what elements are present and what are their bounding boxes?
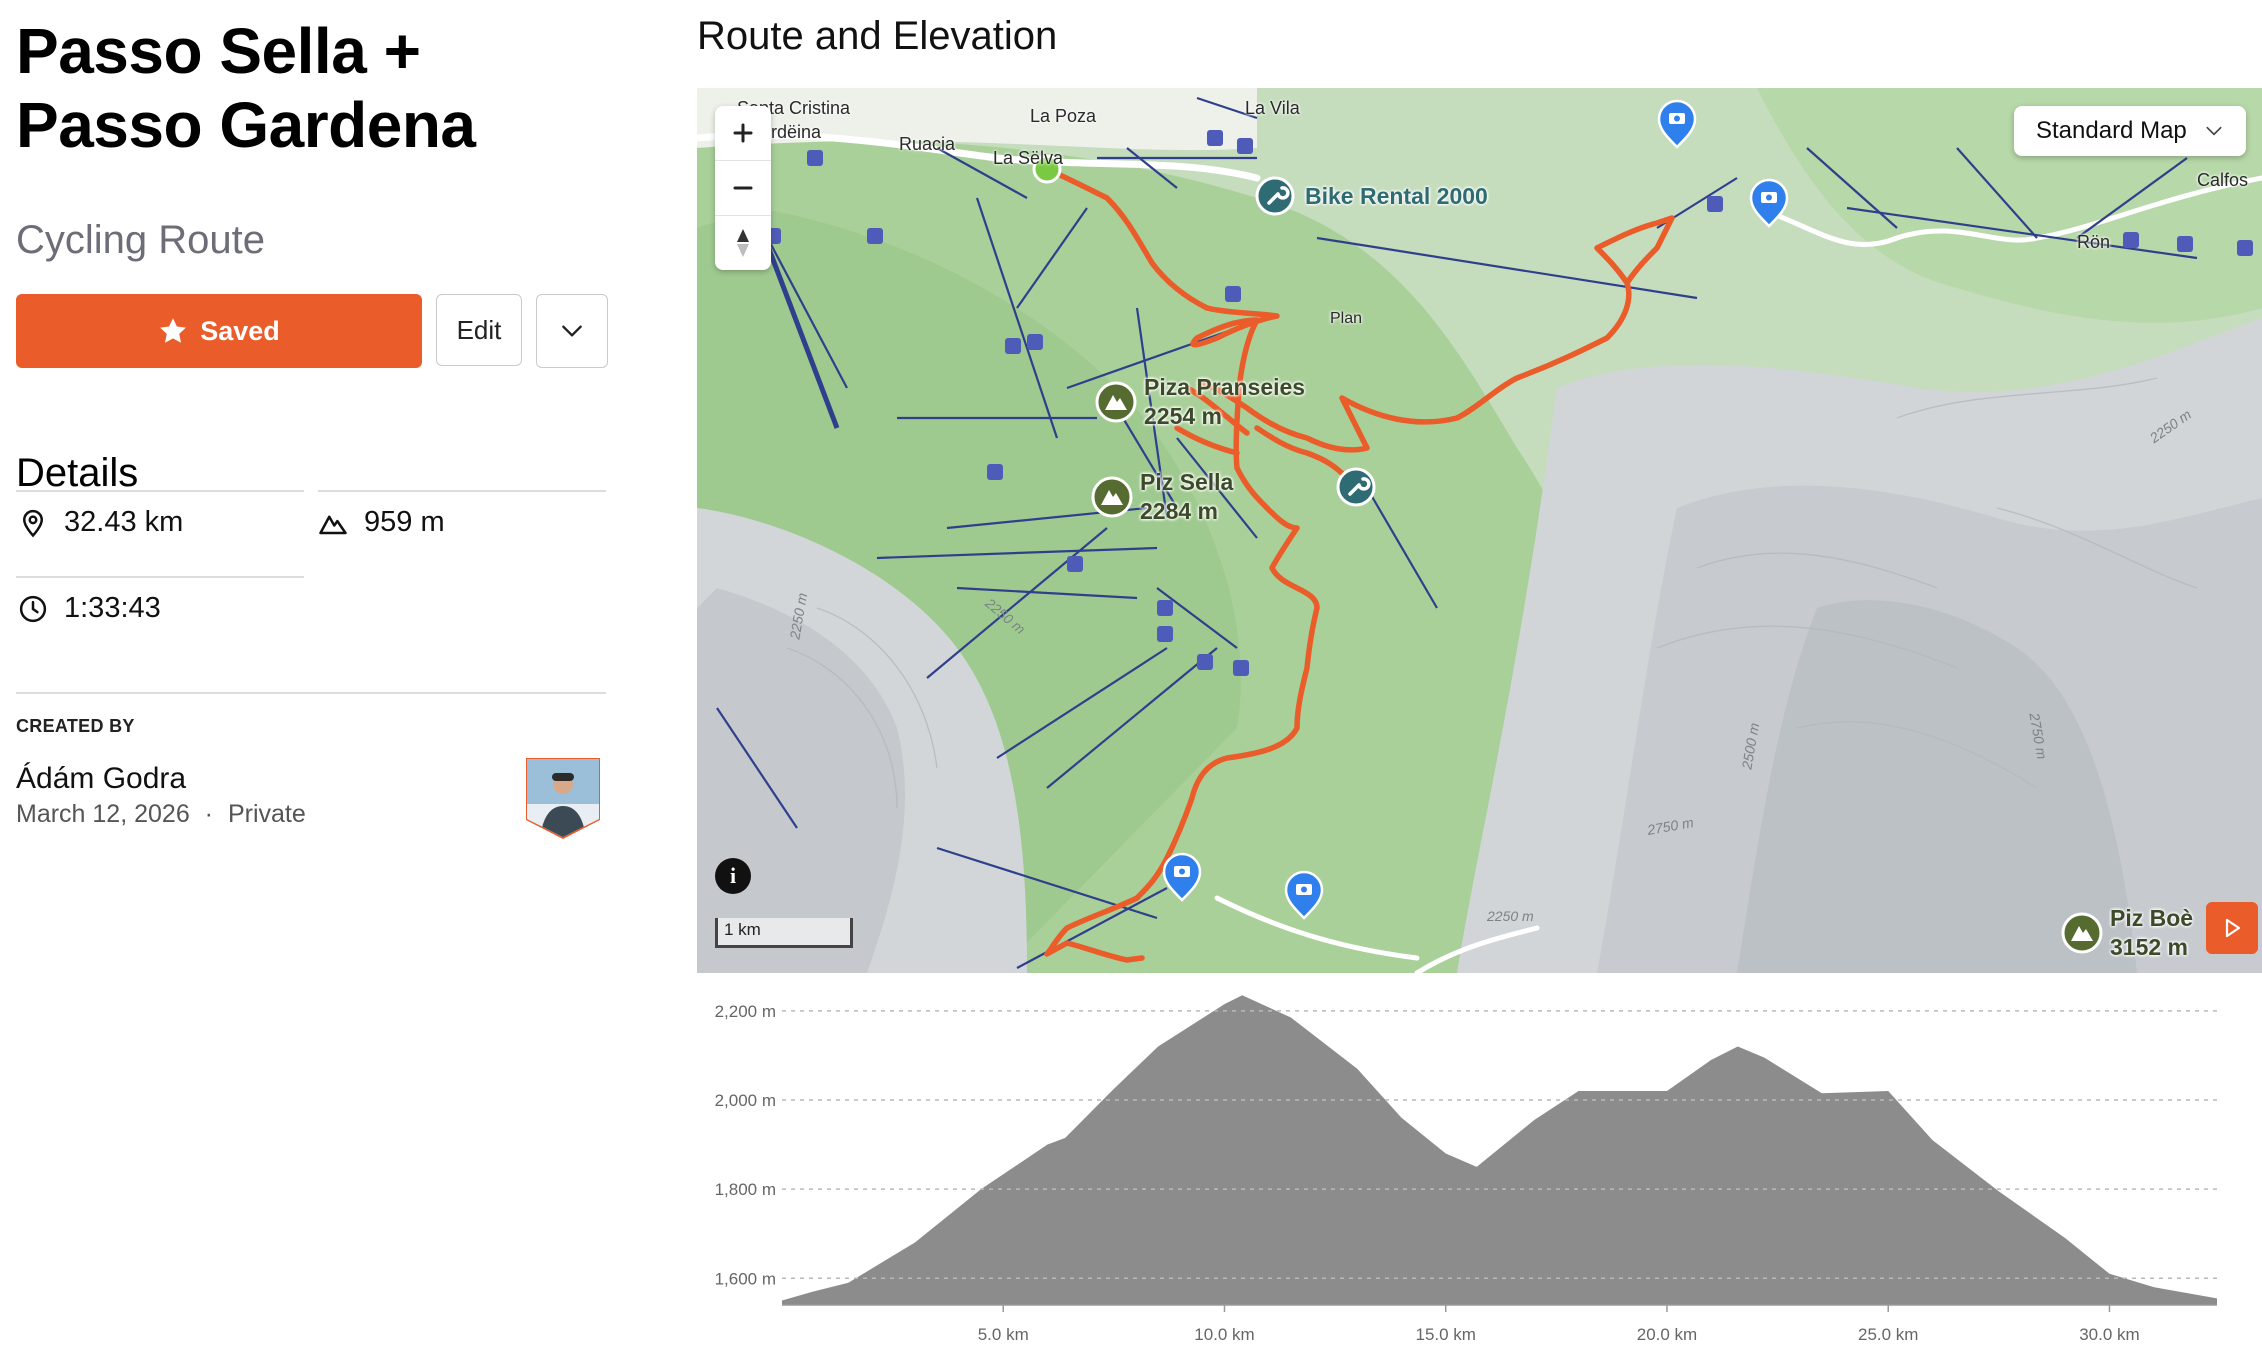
creator-name[interactable]: Ádám Godra <box>16 762 186 796</box>
place-label: La Vila <box>1245 98 1300 118</box>
created-date: March 12, 2026 <box>16 800 190 828</box>
divider <box>16 490 304 492</box>
elevation-area <box>782 995 2217 1305</box>
map-type-label: Standard Map <box>2036 117 2187 144</box>
play-icon <box>2225 918 2241 938</box>
elevation-gain-value: 959 m <box>364 506 445 538</box>
map-info-button[interactable]: i <box>715 858 751 894</box>
place-label: Plan <box>1330 310 1363 327</box>
zoom-in-button[interactable] <box>715 106 771 160</box>
location-pin-icon <box>22 509 44 537</box>
place-label: Calfos <box>2197 170 2249 190</box>
map-zoom-controls <box>715 106 771 270</box>
duration-value: 1:33:43 <box>64 592 161 624</box>
compass-icon <box>737 229 749 257</box>
y-tick-label: 1,600 m <box>715 1269 776 1288</box>
star-icon <box>160 318 187 343</box>
saved-label: Saved <box>200 315 280 346</box>
x-tick-label: 15.0 km <box>1415 1325 1475 1344</box>
route-type: Cycling Route <box>16 218 266 262</box>
compass-button[interactable] <box>715 215 771 270</box>
x-tick-label: 20.0 km <box>1637 1325 1697 1344</box>
avatar[interactable] <box>524 756 602 840</box>
visibility-label: Private <box>227 800 306 828</box>
y-tick-label: 1,800 m <box>715 1180 776 1199</box>
minus-icon <box>733 186 753 190</box>
poi-elevation: 3152 m <box>2110 934 2189 960</box>
divider <box>318 490 606 492</box>
divider <box>16 576 304 578</box>
chevron-down-icon <box>2206 126 2222 136</box>
chevron-down-icon <box>562 325 582 337</box>
distance-value: 32.43 km <box>64 506 184 538</box>
section-title: Route and Elevation <box>697 14 1058 58</box>
poi-label-piz-sella[interactable]: Piz Sella 2284 m <box>1140 468 1233 526</box>
x-tick-label: 10.0 km <box>1194 1325 1254 1344</box>
created-by-label: CREATED BY <box>16 716 135 736</box>
saved-button[interactable]: Saved <box>16 294 422 368</box>
x-tick-label: 25.0 km <box>1858 1325 1918 1344</box>
map-canvas[interactable] <box>697 88 2262 973</box>
poi-elevation: 2284 m <box>1140 498 1219 524</box>
zoom-out-button[interactable] <box>715 160 771 215</box>
poi-label-bike-rental[interactable]: Bike Rental 2000 <box>1305 182 1488 211</box>
y-tick-label: 2,200 m <box>715 1002 776 1021</box>
place-label: La Poza <box>1030 106 1097 126</box>
play-flyover-button[interactable] <box>2206 902 2258 954</box>
meta-separator: · <box>204 800 213 828</box>
creator-meta: March 12, 2026 · Private <box>16 800 306 829</box>
poi-label-piza-pranseies[interactable]: Piza Pranseies 2254 m <box>1144 373 1305 431</box>
distance-stat: 32.43 km <box>18 506 183 539</box>
edit-button[interactable]: Edit <box>436 294 522 366</box>
divider <box>16 692 606 694</box>
route-title: Passo Sella + Passo Gardena <box>16 15 476 161</box>
x-tick-label: 5.0 km <box>978 1325 1029 1344</box>
place-label: Ruacia <box>899 134 956 154</box>
route-map[interactable]: Santa Cristina Gherdëina La Poza La Vila… <box>697 88 2262 973</box>
elevation-gain-stat: 959 m <box>318 506 445 539</box>
poi-label-piz-boe[interactable]: Piz Boè 3152 m <box>2110 904 2193 962</box>
x-tick-label: 30.0 km <box>2079 1325 2139 1344</box>
place-label: Rön <box>2077 232 2111 252</box>
poi-name: Piz Sella <box>1140 469 1234 495</box>
elevation-chart[interactable]: 2,200 m 2,000 m 1,800 m 1,600 m 5.0 km 10.0 k… <box>697 985 2262 1350</box>
map-scale-bar: 1 km <box>715 918 853 948</box>
clock-icon <box>19 595 47 622</box>
more-options-button[interactable] <box>536 294 608 368</box>
mountain-outline-icon <box>319 515 347 534</box>
contour-label: 2250 m <box>1487 908 1534 924</box>
map-type-select[interactable]: Standard Map <box>2014 106 2246 156</box>
plus-icon <box>733 123 753 143</box>
poi-name: Piz Boè <box>2110 905 2194 931</box>
poi-elevation: 2254 m <box>1144 403 1223 429</box>
duration-stat: 1:33:43 <box>18 592 161 625</box>
poi-name: Piza Pranseies <box>1144 374 1306 400</box>
y-tick-label: 2,000 m <box>715 1091 776 1110</box>
place-label: La Sëlva <box>993 148 1064 168</box>
